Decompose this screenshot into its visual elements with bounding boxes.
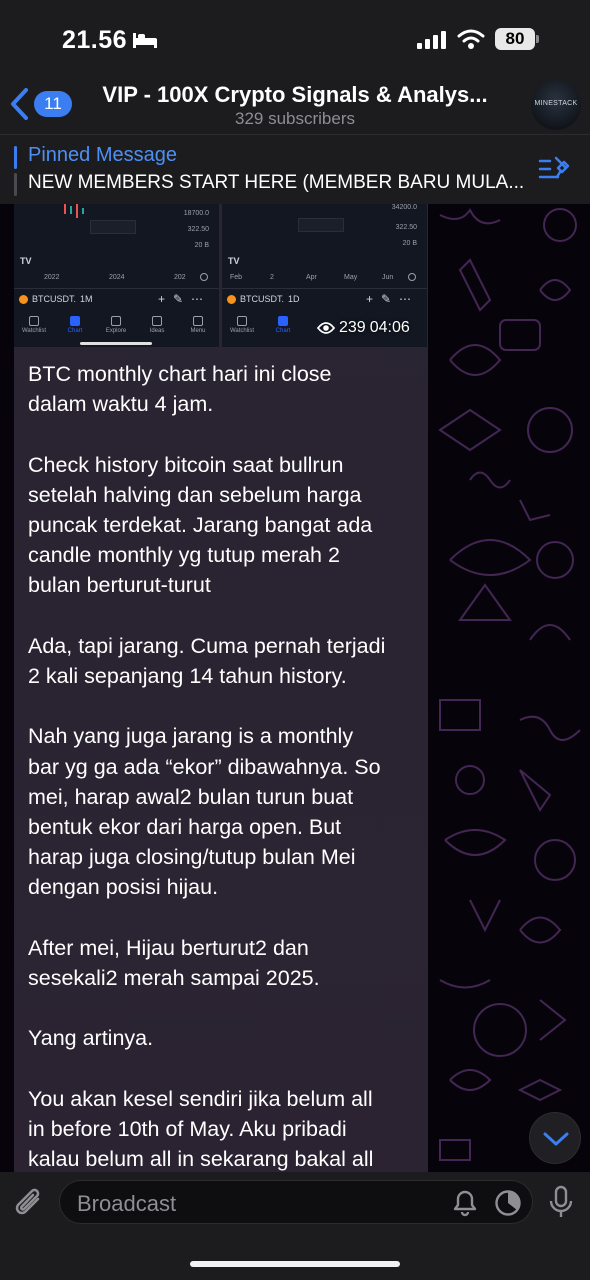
attachment-icon[interactable] (12, 1185, 46, 1221)
status-bar: 21.56 80 (0, 0, 590, 72)
message-media[interactable]: 18700.0 322.50 20 B TV 2022 2024 202 BTC… (14, 204, 428, 347)
axis-label: Apr (306, 274, 317, 281)
price-label: 322.50 (395, 224, 417, 231)
price-label: 20 B (194, 242, 209, 249)
notification-bell-icon[interactable] (452, 1189, 478, 1217)
axis-label: 2 (270, 274, 274, 281)
price-label: 34200.0 (391, 204, 417, 211)
back-button[interactable]: 11 (8, 86, 72, 122)
pinned-list-icon[interactable] (538, 155, 570, 185)
gear-icon (200, 273, 208, 281)
views-eye-icon (317, 322, 335, 334)
tab-chart: Chart (55, 316, 95, 334)
chevron-down-icon (543, 1132, 569, 1146)
unread-count-badge: 11 (34, 91, 72, 117)
gear-icon (408, 273, 416, 281)
candle (64, 204, 66, 214)
battery-indicator: 80 (495, 28, 535, 50)
tab-explore: Explore (96, 316, 136, 334)
candle (82, 208, 84, 214)
message-text: BTC monthly chart hari ini close dalam w… (28, 362, 386, 1172)
message-meta: 239 04:06 (311, 317, 416, 339)
bitcoin-icon (19, 295, 28, 304)
bitcoin-icon (227, 295, 236, 304)
sleep-focus-icon (133, 33, 157, 48)
candle (70, 206, 72, 214)
cellular-signal-icon (417, 31, 446, 49)
axis-label: Jun (382, 274, 394, 281)
channel-avatar[interactable]: MINESTACK (531, 80, 581, 130)
axis-label: 2022 (44, 274, 60, 281)
axis-label: 202 (174, 274, 186, 281)
scroll-down-button[interactable] (529, 1112, 581, 1164)
tradingview-logo: TV (20, 256, 32, 266)
microphone-icon[interactable] (548, 1185, 574, 1221)
pinned-text: NEW MEMBERS START HERE (MEMBER BARU MULA… (28, 172, 525, 193)
chevron-left-icon (11, 88, 28, 120)
pinned-position-indicator (14, 146, 17, 196)
view-count: 239 (339, 319, 366, 336)
broadcast-placeholder: Broadcast (77, 1191, 177, 1216)
avatar-label: MINESTACK (534, 100, 578, 107)
message-time: 04:06 (369, 319, 410, 336)
home-indicator (190, 1261, 400, 1267)
chart-tools: +✎⋯ (365, 292, 419, 306)
tab-chart: Chart (263, 316, 303, 334)
symbol-row: BTCUSDT. 1D +✎⋯ (222, 288, 427, 310)
price-label: 18700.0 (183, 210, 209, 217)
wifi-icon (457, 29, 485, 49)
home-indicator (80, 342, 152, 345)
timeframe: 1M (80, 294, 93, 304)
schedule-timer-icon[interactable] (494, 1189, 522, 1217)
chart-screenshot-monthly[interactable]: 18700.0 322.50 20 B TV 2022 2024 202 BTC… (14, 204, 219, 347)
axis-label: 2024 (109, 274, 125, 281)
tradingview-logo: TV (228, 256, 240, 266)
tab-ideas: Ideas (137, 316, 177, 334)
price-label: 20 B (402, 240, 417, 247)
timeframe: 1D (288, 294, 300, 304)
chart-control (90, 220, 136, 234)
symbol-name: BTCUSDT. (240, 294, 285, 304)
price-label: 322.50 (187, 226, 209, 233)
channel-title[interactable]: VIP - 100X Crypto Signals & Analys... (80, 82, 510, 108)
battery-tip (536, 35, 539, 43)
chat-header: 11 VIP - 100X Crypto Signals & Analys...… (0, 72, 590, 134)
composer-bar: Broadcast (0, 1172, 590, 1280)
axis-label: Feb (230, 274, 243, 281)
status-time: 21.56 (62, 26, 128, 54)
subscriber-count: 329 subscribers (234, 109, 355, 128)
chart-control (298, 218, 344, 232)
axis-label: May (344, 274, 358, 281)
tab-watchlist: Watchlist (222, 316, 262, 334)
channel-message[interactable]: 18700.0 322.50 20 B TV 2022 2024 202 BTC… (14, 204, 428, 1172)
candle (76, 204, 78, 218)
chart-tools: +✎⋯ (157, 292, 211, 306)
tab-watchlist: Watchlist (14, 316, 54, 334)
symbol-row: BTCUSDT. 1M +✎⋯ (14, 288, 219, 310)
tab-menu: Menu (178, 316, 218, 334)
pinned-label: Pinned Message (28, 144, 177, 166)
pinned-message-bar[interactable]: Pinned Message NEW MEMBERS START HERE (M… (0, 134, 590, 204)
symbol-name: BTCUSDT. (32, 294, 77, 304)
